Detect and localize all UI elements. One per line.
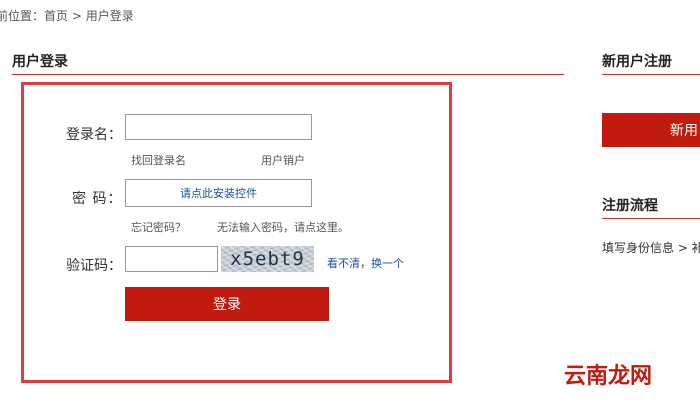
refresh-captcha-link[interactable]: 看不清，换一个 bbox=[327, 255, 404, 271]
install-control-button[interactable]: 请点此安装控件 bbox=[125, 179, 312, 207]
cancel-account-link[interactable]: 用户销户 bbox=[261, 152, 305, 168]
cannot-input-password-link[interactable]: 无法输入密码，请点这里。 bbox=[217, 219, 349, 235]
captcha-image[interactable]: x5ebt9 bbox=[221, 246, 314, 272]
username-input[interactable] bbox=[125, 114, 312, 140]
breadcrumb-separator: > bbox=[71, 9, 82, 23]
process-section-divider bbox=[602, 218, 700, 219]
password-label: 密 码： bbox=[72, 191, 123, 207]
breadcrumb: 前位置：首页 > 用户登录 bbox=[0, 7, 134, 24]
find-username-link[interactable]: 找回登录名 bbox=[131, 152, 186, 168]
register-section-divider bbox=[602, 74, 700, 75]
breadcrumb-home-link[interactable]: 首页 bbox=[44, 9, 68, 23]
captcha-input[interactable] bbox=[125, 246, 218, 272]
process-section-title: 注册流程 bbox=[602, 198, 658, 214]
username-label: 登录名： bbox=[66, 127, 122, 143]
captcha-label: 验证码： bbox=[66, 258, 122, 274]
breadcrumb-prefix: 前位置： bbox=[0, 9, 45, 23]
login-button[interactable]: 登录 bbox=[125, 287, 329, 321]
watermark-logo: 云南龙网 bbox=[564, 364, 653, 389]
register-section-title: 新用户注册 bbox=[602, 54, 672, 70]
breadcrumb-current: 用户登录 bbox=[85, 9, 134, 23]
register-button[interactable]: 新用 bbox=[602, 113, 700, 147]
registration-steps: 填写身份信息 > 补 bbox=[602, 241, 700, 255]
login-section-title: 用户登录 bbox=[12, 54, 68, 70]
forgot-password-link[interactable]: 忘记密码？ bbox=[131, 219, 186, 235]
login-section-divider bbox=[12, 74, 564, 75]
